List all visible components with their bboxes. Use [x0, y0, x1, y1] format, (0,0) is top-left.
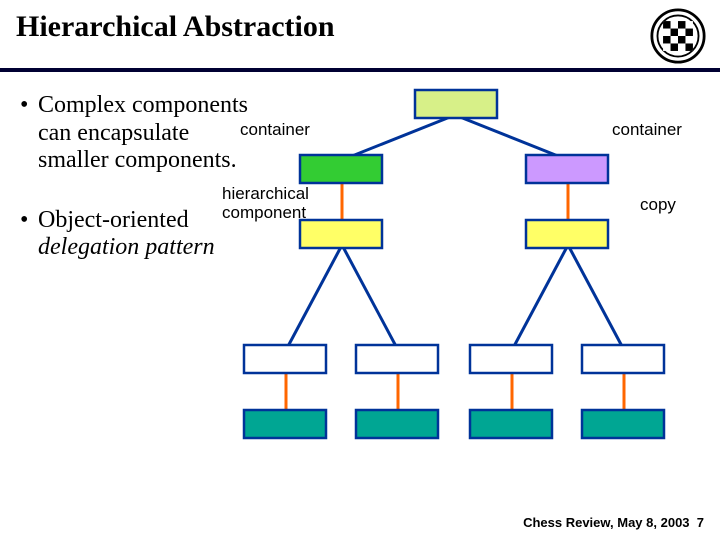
node-l5-2: [356, 410, 438, 438]
slide-title: Hierarchical Abstraction: [16, 10, 335, 44]
node-l4-1: [244, 345, 326, 373]
slide: Hierarchical Abstraction • Complex compo…: [0, 0, 720, 540]
node-root: [415, 90, 497, 118]
bullet-dot-icon: •: [20, 207, 38, 262]
bullet-list: • Complex components can encapsulate sma…: [20, 92, 250, 294]
label-container-left: container: [240, 120, 320, 140]
title-divider: [0, 68, 720, 72]
slide-footer: Chess Review, May 8, 2003 7: [523, 515, 704, 530]
label-hierarchical-component: hierarchical component: [222, 185, 332, 222]
bullet-item: • Object-oriented delegation pattern: [20, 207, 250, 262]
bullet-text: Object-oriented delegation pattern: [38, 207, 250, 262]
node-hier-right: [526, 220, 608, 248]
node-hier-left: [300, 220, 382, 248]
node-container-right: [526, 155, 608, 183]
node-container-left: [300, 155, 382, 183]
node-l4-2: [356, 345, 438, 373]
chess-logo: [650, 8, 706, 64]
node-l5-1: [244, 410, 326, 438]
bullet-dot-icon: •: [20, 92, 38, 175]
node-l4-3: [470, 345, 552, 373]
node-l5-3: [470, 410, 552, 438]
bullet-text: Complex components can encapsulate small…: [38, 92, 250, 175]
node-l5-4: [582, 410, 664, 438]
node-l4-4: [582, 345, 664, 373]
label-container-right: container: [612, 120, 702, 140]
footer-page-number: 7: [697, 515, 704, 530]
footer-text: Chess Review, May 8, 2003: [523, 515, 689, 530]
label-copy: copy: [640, 195, 700, 215]
bullet-item: • Complex components can encapsulate sma…: [20, 92, 250, 175]
